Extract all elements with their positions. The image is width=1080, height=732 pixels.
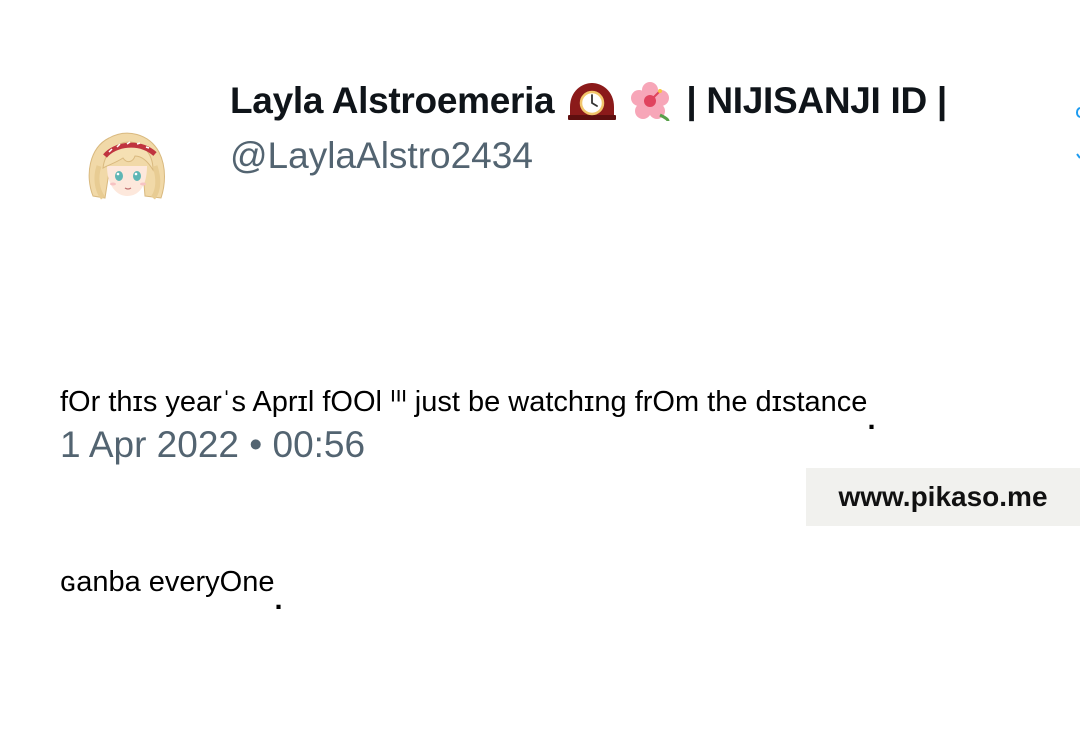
hibiscus-icon: [631, 82, 670, 121]
mantelpiece-clock-icon: [568, 83, 617, 120]
tweet-body: fOr thɪs yearˈs Aprɪl fOOl ᑊᑊᑊ just be w…: [60, 252, 876, 732]
display-name[interactable]: Layla Alstroemeria: [230, 80, 555, 122]
tweet-line: fOr thɪs yearˈs Aprɪl fOOl ᑊᑊᑊ just be w…: [60, 386, 876, 436]
cropped-badge-icon: [1076, 107, 1080, 159]
line-end-mark: .: [867, 404, 876, 436]
tweet-card: Layla Alstroemeria | NIJISANJI ID | @Lay…: [0, 0, 1080, 616]
watermark-text: www.pikaso.me: [838, 481, 1048, 512]
avatar[interactable]: [83, 126, 169, 200]
display-name-suffix[interactable]: | NIJISANJI ID |: [686, 80, 947, 122]
watermark: www.pikaso.me: [806, 468, 1080, 526]
tweet-line: ɢanba everyOne.: [60, 566, 283, 616]
line-end-mark: .: [274, 584, 283, 616]
tweet-timestamp[interactable]: 1 Apr 2022 • 00:56: [60, 424, 365, 466]
user-handle[interactable]: @LaylaAlstro2434: [230, 135, 533, 177]
display-name-row[interactable]: Layla Alstroemeria | NIJISANJI ID |: [230, 80, 947, 122]
